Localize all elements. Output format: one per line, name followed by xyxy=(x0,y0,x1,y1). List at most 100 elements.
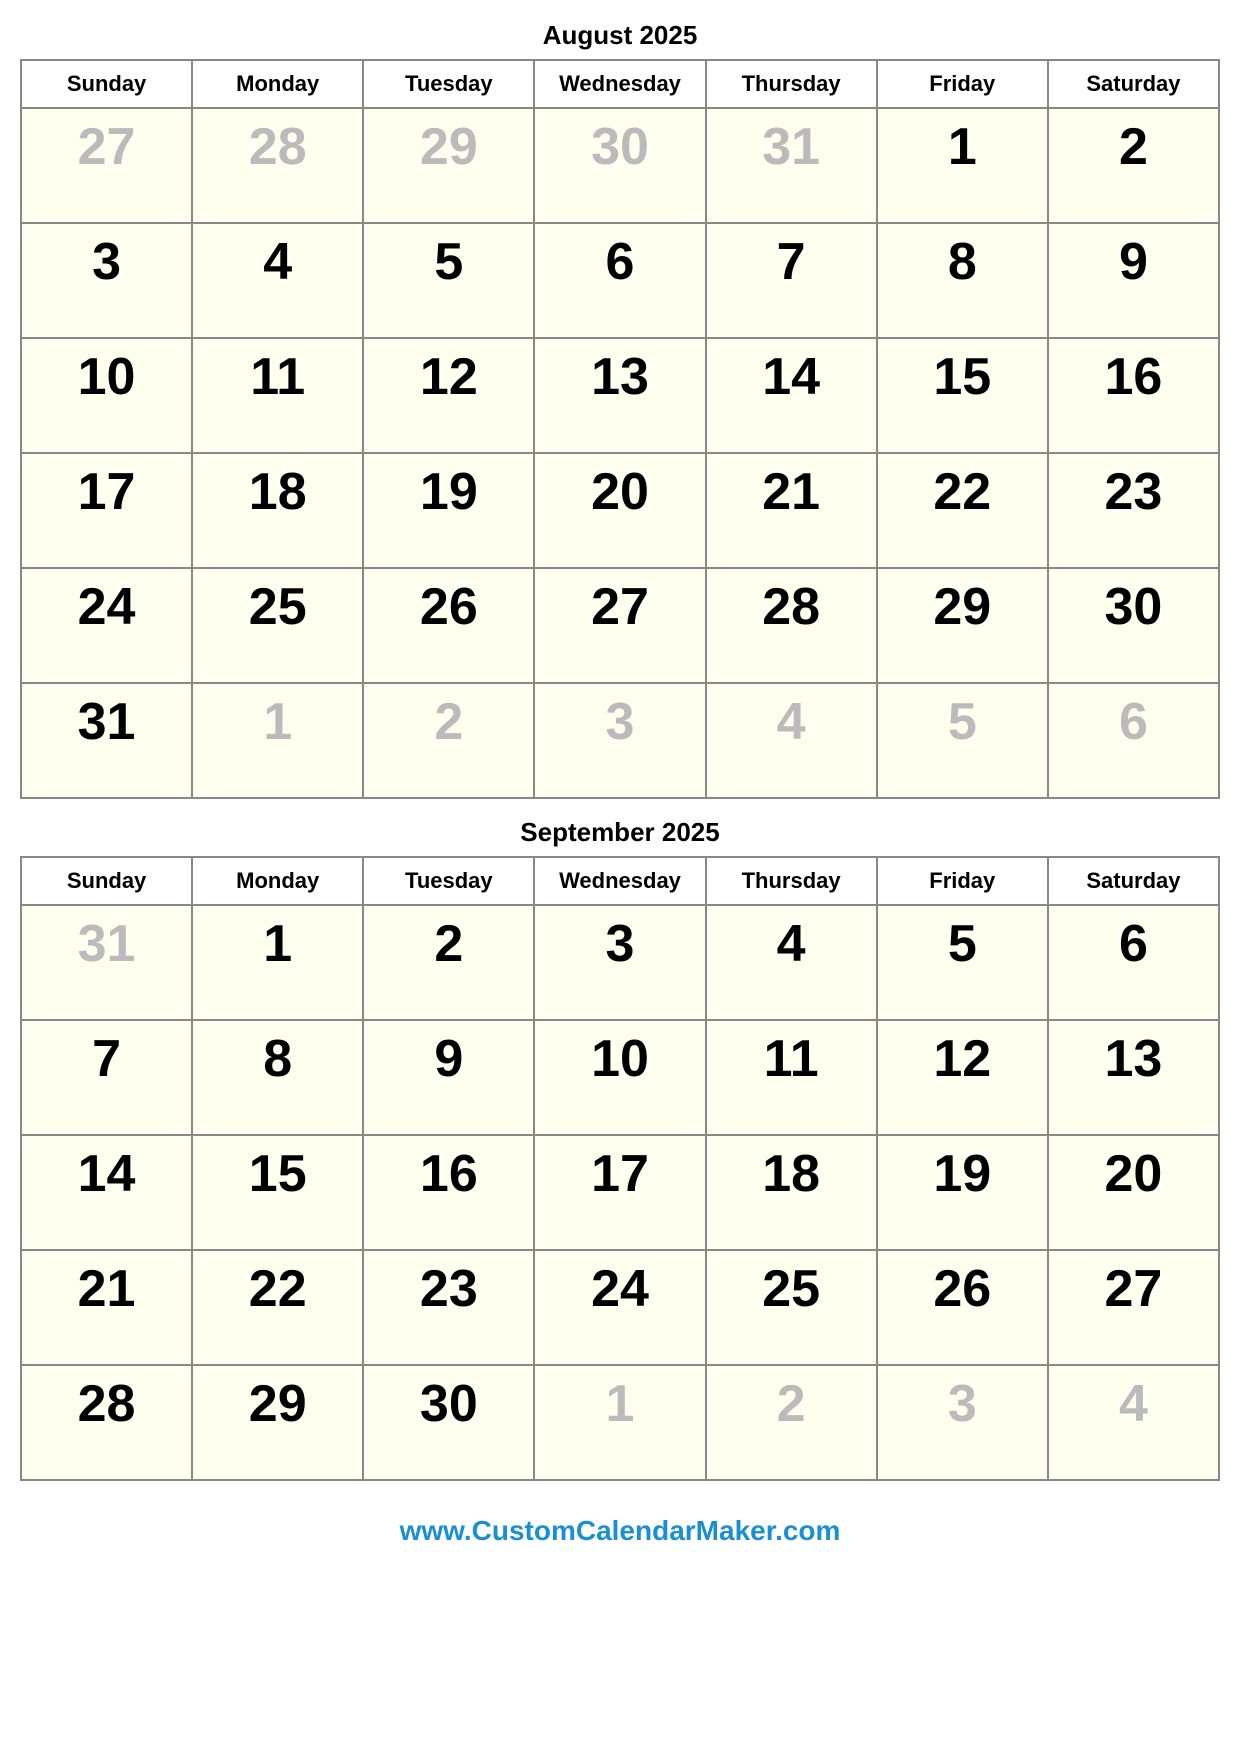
calendar-day[interactable]: 14 xyxy=(21,1135,192,1250)
day-header: Wednesday xyxy=(534,60,705,108)
calendar-day[interactable]: 19 xyxy=(363,453,534,568)
calendar-day[interactable]: 1 xyxy=(192,905,363,1020)
calendar-day[interactable]: 4 xyxy=(192,223,363,338)
calendar-week-row: 31123456 xyxy=(21,905,1219,1020)
calendar-day[interactable]: 3 xyxy=(21,223,192,338)
september-title: September 2025 xyxy=(20,817,1220,848)
calendar-day[interactable]: 24 xyxy=(21,568,192,683)
calendar-day[interactable]: 18 xyxy=(706,1135,877,1250)
calendar-day[interactable]: 31 xyxy=(706,108,877,223)
calendar-day[interactable]: 26 xyxy=(363,568,534,683)
calendar-day[interactable]: 12 xyxy=(877,1020,1048,1135)
calendar-day[interactable]: 5 xyxy=(877,683,1048,798)
calendar-week-row: 24252627282930 xyxy=(21,568,1219,683)
calendar-day[interactable]: 20 xyxy=(534,453,705,568)
calendar-day[interactable]: 27 xyxy=(21,108,192,223)
calendar-day[interactable]: 17 xyxy=(21,453,192,568)
calendar-day[interactable]: 16 xyxy=(363,1135,534,1250)
calendar-day[interactable]: 9 xyxy=(1048,223,1219,338)
calendar-day[interactable]: 29 xyxy=(877,568,1048,683)
calendar-day[interactable]: 1 xyxy=(534,1365,705,1480)
calendar-day[interactable]: 13 xyxy=(1048,1020,1219,1135)
day-header: Friday xyxy=(877,857,1048,905)
calendar-day[interactable]: 26 xyxy=(877,1250,1048,1365)
calendar-day[interactable]: 10 xyxy=(21,338,192,453)
calendar-day[interactable]: 6 xyxy=(1048,683,1219,798)
day-header: Monday xyxy=(192,857,363,905)
calendar-week-row: 3456789 xyxy=(21,223,1219,338)
calendar-day[interactable]: 31 xyxy=(21,905,192,1020)
calendar-day[interactable]: 12 xyxy=(363,338,534,453)
calendar-day[interactable]: 20 xyxy=(1048,1135,1219,1250)
calendar-day[interactable]: 3 xyxy=(877,1365,1048,1480)
calendar-week-row: 272829303112 xyxy=(21,108,1219,223)
calendar-day[interactable]: 30 xyxy=(363,1365,534,1480)
calendar-day[interactable]: 25 xyxy=(706,1250,877,1365)
calendar-day[interactable]: 25 xyxy=(192,568,363,683)
day-header: Saturday xyxy=(1048,857,1219,905)
calendar-day[interactable]: 2 xyxy=(706,1365,877,1480)
calendar-day[interactable]: 1 xyxy=(877,108,1048,223)
calendar-day[interactable]: 29 xyxy=(363,108,534,223)
calendar-week-row: 2829301234 xyxy=(21,1365,1219,1480)
calendar-day[interactable]: 5 xyxy=(363,223,534,338)
calendar-day[interactable]: 8 xyxy=(877,223,1048,338)
footer-link[interactable]: www.CustomCalendarMaker.com xyxy=(400,1515,841,1547)
calendar-day[interactable]: 11 xyxy=(706,1020,877,1135)
calendar-day[interactable]: 3 xyxy=(534,905,705,1020)
calendar-day[interactable]: 11 xyxy=(192,338,363,453)
calendar-day[interactable]: 9 xyxy=(363,1020,534,1135)
calendar-day[interactable]: 28 xyxy=(192,108,363,223)
calendar-day[interactable]: 15 xyxy=(192,1135,363,1250)
calendar-day[interactable]: 2 xyxy=(1048,108,1219,223)
calendar-day[interactable]: 28 xyxy=(706,568,877,683)
calendar-day[interactable]: 7 xyxy=(706,223,877,338)
calendar-day[interactable]: 22 xyxy=(192,1250,363,1365)
calendar-day[interactable]: 10 xyxy=(534,1020,705,1135)
calendar-day[interactable]: 4 xyxy=(1048,1365,1219,1480)
calendar-day[interactable]: 6 xyxy=(534,223,705,338)
calendar-day[interactable]: 30 xyxy=(534,108,705,223)
day-header: Sunday xyxy=(21,857,192,905)
calendar-day[interactable]: 15 xyxy=(877,338,1048,453)
august-calendar: August 2025 SundayMondayTuesdayWednesday… xyxy=(20,20,1220,799)
calendar-week-row: 14151617181920 xyxy=(21,1135,1219,1250)
august-header-row: SundayMondayTuesdayWednesdayThursdayFrid… xyxy=(21,60,1219,108)
calendar-day[interactable]: 4 xyxy=(706,905,877,1020)
calendar-day[interactable]: 7 xyxy=(21,1020,192,1135)
september-calendar: September 2025 SundayMondayTuesdayWednes… xyxy=(20,817,1220,1481)
calendar-day[interactable]: 16 xyxy=(1048,338,1219,453)
calendar-day[interactable]: 27 xyxy=(1048,1250,1219,1365)
calendar-week-row: 31123456 xyxy=(21,683,1219,798)
calendar-day[interactable]: 23 xyxy=(363,1250,534,1365)
calendar-day[interactable]: 1 xyxy=(192,683,363,798)
calendar-day[interactable]: 21 xyxy=(706,453,877,568)
calendar-day[interactable]: 13 xyxy=(534,338,705,453)
calendar-day[interactable]: 27 xyxy=(534,568,705,683)
calendar-day[interactable]: 18 xyxy=(192,453,363,568)
calendar-week-row: 78910111213 xyxy=(21,1020,1219,1135)
calendar-day[interactable]: 24 xyxy=(534,1250,705,1365)
calendar-day[interactable]: 29 xyxy=(192,1365,363,1480)
calendar-day[interactable]: 14 xyxy=(706,338,877,453)
calendar-day[interactable]: 8 xyxy=(192,1020,363,1135)
day-header: Tuesday xyxy=(363,857,534,905)
august-table: SundayMondayTuesdayWednesdayThursdayFrid… xyxy=(20,59,1220,799)
calendar-day[interactable]: 31 xyxy=(21,683,192,798)
calendar-week-row: 21222324252627 xyxy=(21,1250,1219,1365)
calendar-day[interactable]: 3 xyxy=(534,683,705,798)
day-header: Tuesday xyxy=(363,60,534,108)
calendar-day[interactable]: 17 xyxy=(534,1135,705,1250)
calendar-day[interactable]: 22 xyxy=(877,453,1048,568)
calendar-day[interactable]: 28 xyxy=(21,1365,192,1480)
calendar-day[interactable]: 23 xyxy=(1048,453,1219,568)
calendar-day[interactable]: 21 xyxy=(21,1250,192,1365)
calendar-day[interactable]: 19 xyxy=(877,1135,1048,1250)
calendar-day[interactable]: 2 xyxy=(363,905,534,1020)
calendar-day[interactable]: 30 xyxy=(1048,568,1219,683)
calendar-day[interactable]: 5 xyxy=(877,905,1048,1020)
calendar-day[interactable]: 2 xyxy=(363,683,534,798)
calendar-day[interactable]: 6 xyxy=(1048,905,1219,1020)
day-header: Thursday xyxy=(706,60,877,108)
calendar-day[interactable]: 4 xyxy=(706,683,877,798)
